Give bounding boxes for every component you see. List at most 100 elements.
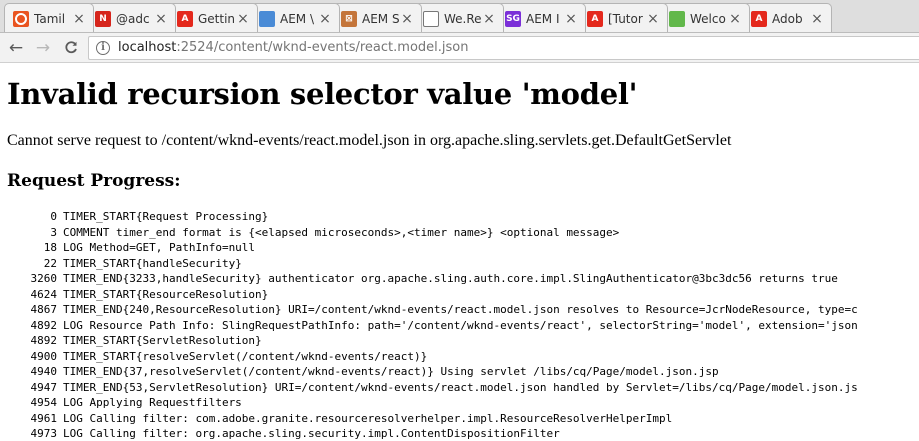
log-line: 4961 LOG Calling filter: com.adobe.granit… [7, 411, 858, 427]
log-elapsed-time: 4940 [30, 365, 58, 378]
browser-tab[interactable]: A [Tutor × [578, 3, 668, 32]
tab-title: AEM I [526, 12, 560, 26]
globe-icon [259, 11, 275, 27]
log-elapsed-time: 4961 [30, 411, 58, 425]
browser-tab[interactable]: SG AEM I × [496, 3, 586, 32]
close-tab-icon[interactable]: × [400, 11, 414, 27]
log-message: LOG Calling filter: org.apache.sling.sec… [63, 427, 560, 440]
ubuntu-icon [13, 11, 29, 27]
arrow-left-icon: ← [8, 38, 24, 58]
reload-button[interactable] [60, 37, 82, 59]
adobe-icon: A [751, 11, 767, 27]
log-message: COMMENT timer_end format is {<elapsed mi… [63, 225, 620, 239]
forward-button[interactable]: → [32, 37, 54, 59]
close-tab-icon[interactable]: × [810, 11, 824, 27]
log-elapsed-time: 3 [50, 225, 57, 239]
close-tab-icon[interactable]: × [236, 11, 250, 27]
adobe-icon: A [177, 11, 193, 27]
tab-title: @adc [116, 12, 150, 26]
close-tab-icon[interactable]: × [728, 11, 742, 27]
log-line: 3260 TIMER_END{3233,handleSecurity} authe… [7, 271, 858, 287]
close-tab-icon[interactable]: × [72, 11, 86, 27]
browser-tab[interactable]: N @adc × [86, 3, 176, 32]
tab-title: We.Re [444, 12, 482, 26]
page-title: Invalid recursion selector value 'model' [7, 77, 638, 111]
log-line: 3 COMMENT timer_end format is {<elapsed m… [7, 225, 858, 241]
log-line: 4973 LOG Calling filter: org.apache.sling… [7, 426, 858, 441]
log-message: TIMER_START{ResourceResolution} [63, 287, 269, 301]
tab-strip: Tamil × N @adc × A Gettin × AEM \ × ⊠ AEM S × We.Re × S… [0, 0, 919, 33]
close-tab-icon[interactable]: × [154, 11, 168, 27]
tab-title: AEM \ [280, 12, 315, 26]
address-bar[interactable]: i localhost:2524/content/wknd-events/rea… [88, 36, 919, 60]
browser-tab[interactable]: We.Re × [414, 3, 504, 32]
tab-title: Gettin [198, 12, 236, 26]
close-tab-icon[interactable]: × [482, 11, 496, 27]
browser-tab[interactable]: A Gettin × [168, 3, 258, 32]
url-path: :2524/content/wknd-events/react.model.js… [176, 40, 469, 55]
log-message: TIMER_START{resolveServlet(/content/wknd… [63, 349, 428, 363]
url-host: localhost [118, 40, 177, 55]
log-message: TIMER_END{240,ResourceResolution} URI=/c… [63, 303, 858, 316]
back-button[interactable]: ← [5, 37, 27, 59]
log-elapsed-time: 18 [43, 241, 57, 254]
sling-icon: ⊠ [341, 11, 357, 27]
browser-tab[interactable]: Welco × [660, 3, 750, 32]
tab-title: Tamil [34, 12, 66, 26]
log-elapsed-time: 4954 [30, 396, 58, 409]
log-line: 4954 LOG Applying Requestfilters [7, 395, 858, 411]
log-elapsed-time: 3260 [30, 272, 58, 285]
log-message: LOG Method=GET, PathInfo=null [63, 241, 256, 254]
log-elapsed-time: 4892 [30, 334, 58, 347]
tab-title: Welco [690, 12, 726, 26]
log-elapsed-time: 4624 [30, 287, 58, 301]
log-elapsed-time: 4900 [30, 349, 58, 363]
log-message: TIMER_END{53,ServletResolution} URI=/con… [63, 380, 858, 394]
log-line: 4892 TIMER_START{ServletResolution} [7, 333, 858, 349]
close-tab-icon[interactable]: × [564, 11, 578, 27]
sg-logo-icon: SG [505, 11, 521, 27]
log-message: TIMER_START{Request Processing} [63, 210, 269, 223]
log-message: TIMER_START{ServletResolution} [63, 334, 262, 347]
log-line: 0 TIMER_START{Request Processing} [7, 209, 858, 225]
log-message: LOG Resource Path Info: SlingRequestPath… [63, 318, 858, 332]
log-line: 4892 LOG Resource Path Info: SlingRequest… [7, 318, 858, 334]
log-line: 4900 TIMER_START{resolveServlet(/content/… [7, 349, 858, 365]
log-message: TIMER_END{3233,handleSecurity} authentic… [63, 272, 838, 285]
browser-tab[interactable]: AEM \ × [250, 3, 340, 32]
log-message: LOG Applying Requestfilters [63, 396, 242, 409]
log-message: TIMER_START{handleSecurity} [63, 256, 242, 270]
log-elapsed-time: 4947 [30, 380, 58, 394]
log-elapsed-time: 4973 [30, 427, 58, 440]
log-line: 4940 TIMER_END{37,resolveServlet(/content… [7, 364, 858, 380]
browser-tab[interactable]: A Adob × [742, 3, 832, 32]
log-elapsed-time: 22 [43, 256, 57, 270]
log-line: 22 TIMER_START{handleSecurity} [7, 256, 858, 272]
log-line: 18 LOG Method=GET, PathInfo=null [7, 240, 858, 256]
log-line: 4867 TIMER_END{240,ResourceResolution} UR… [7, 302, 858, 318]
tab-title: AEM S [362, 12, 400, 26]
close-tab-icon[interactable]: × [646, 11, 660, 27]
arrow-right-icon: → [35, 38, 51, 58]
nav-logo-icon: N [95, 11, 111, 27]
tab-title: [Tutor [608, 12, 643, 26]
log-line: 4624 TIMER_START{ResourceResolution} [7, 287, 858, 303]
log-elapsed-time: 4867 [30, 303, 58, 316]
log-message: TIMER_END{37,resolveServlet(/content/wkn… [63, 365, 719, 378]
log-line: 4947 TIMER_END{53,ServletResolution} URI=… [7, 380, 858, 396]
reload-icon [65, 41, 77, 54]
adobe-icon: A [587, 11, 603, 27]
browser-tab[interactable]: ⊠ AEM S × [332, 3, 422, 32]
error-message: Cannot serve request to /content/wknd-ev… [7, 132, 732, 149]
browser-tab[interactable]: Tamil × [4, 3, 94, 32]
log-message: LOG Calling filter: com.adobe.granite.re… [63, 411, 673, 425]
site-info-icon[interactable]: i [96, 41, 110, 55]
log-elapsed-time: 4892 [30, 318, 58, 332]
log-elapsed-time: 0 [50, 210, 57, 223]
url-text[interactable]: localhost:2524/content/wknd-events/react… [118, 40, 468, 56]
tab-title: Adob [772, 12, 803, 26]
request-progress-heading: Request Progress: [7, 171, 181, 191]
close-tab-icon[interactable]: × [318, 11, 332, 27]
request-progress-log: 0 TIMER_START{Request Processing} 3 COMMENT… [7, 209, 858, 441]
cloud-icon [669, 11, 685, 27]
